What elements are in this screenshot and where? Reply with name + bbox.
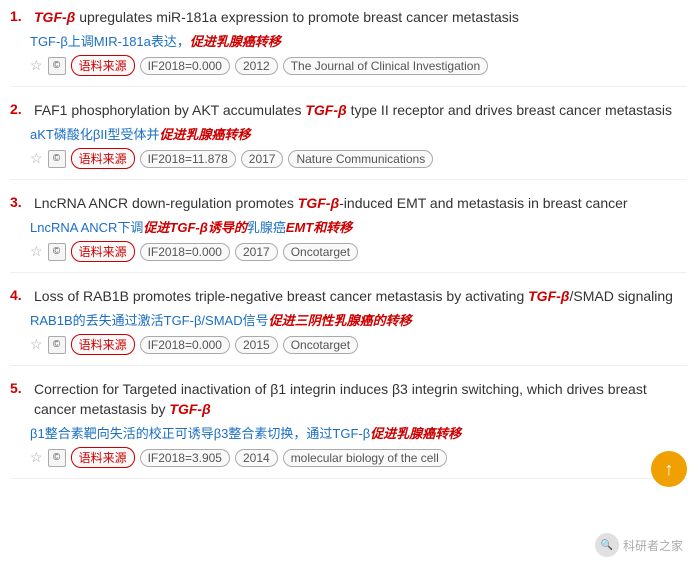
source-tag[interactable]: 语料来源 bbox=[71, 447, 135, 468]
journal-tag[interactable]: The Journal of Clinical Investigation bbox=[283, 57, 488, 75]
if-tag: IF2018=0.000 bbox=[140, 336, 230, 354]
meta-row: ☆ © 语料来源 IF2018=0.000 2015 Oncotarget bbox=[30, 334, 687, 355]
star-icon[interactable]: ☆ bbox=[30, 243, 43, 260]
if-tag: IF2018=11.878 bbox=[140, 150, 236, 168]
meta-row: ☆ © 语料来源 IF2018=0.000 2017 Oncotarget bbox=[30, 241, 687, 262]
source-tag[interactable]: 语料来源 bbox=[71, 148, 135, 169]
chinese-title[interactable]: β1整合素靶向失活的校正可诱导β3整合素切换，通过TGF-β促进乳腺癌转移 bbox=[30, 424, 687, 444]
chinese-title[interactable]: aKT磷酸化βII型受体并促进乳腺癌转移 bbox=[30, 125, 687, 145]
year-tag: 2014 bbox=[235, 449, 278, 467]
chinese-title[interactable]: TGF-β上调MIR-181a表达，促进乳腺癌转移 bbox=[30, 32, 687, 52]
year-tag: 2015 bbox=[235, 336, 278, 354]
result-item: 5.Correction for Targeted inactivation o… bbox=[10, 380, 687, 479]
year-tag: 2017 bbox=[241, 150, 284, 168]
source-tag[interactable]: 语料来源 bbox=[71, 334, 135, 355]
meta-row: ☆ © 语料来源 IF2018=0.000 2012 The Journal of Cli… bbox=[30, 55, 687, 76]
result-number: 3. bbox=[10, 194, 30, 210]
result-title[interactable]: FAF1 phosphorylation by AKT accumulates … bbox=[34, 101, 672, 121]
source-tag[interactable]: 语料来源 bbox=[71, 241, 135, 262]
result-item: 4.Loss of RAB1B promotes triple-negative… bbox=[10, 287, 687, 366]
year-tag: 2017 bbox=[235, 243, 278, 261]
if-tag: IF2018=0.000 bbox=[140, 243, 230, 261]
chinese-title[interactable]: LncRNA ANCR下调促进TGF-β诱导的乳腺癌EMT和转移 bbox=[30, 218, 687, 238]
chinese-title[interactable]: RAB1B的丢失通过激活TGF-β/SMAD信号促进三阴性乳腺癌的转移 bbox=[30, 311, 687, 331]
result-item: 1.TGF-β upregulates miR-181a expression … bbox=[10, 8, 687, 87]
star-icon[interactable]: ☆ bbox=[30, 150, 43, 167]
result-number: 4. bbox=[10, 287, 30, 303]
journal-tag[interactable]: Oncotarget bbox=[283, 243, 358, 261]
title-row: 1.TGF-β upregulates miR-181a expression … bbox=[10, 8, 687, 28]
title-row: 5.Correction for Targeted inactivation o… bbox=[10, 380, 687, 419]
result-title[interactable]: Loss of RAB1B promotes triple-negative b… bbox=[34, 287, 673, 307]
cite-icon[interactable]: © bbox=[48, 150, 66, 168]
if-tag: IF2018=0.000 bbox=[140, 57, 230, 75]
cite-icon[interactable]: © bbox=[48, 243, 66, 261]
watermark-text: 科研者之家 bbox=[623, 537, 683, 554]
result-item: 3.LncRNA ANCR down-regulation promotes T… bbox=[10, 194, 687, 273]
meta-row: ☆ © 语料来源 IF2018=11.878 2017Nature Communicat… bbox=[30, 148, 687, 169]
scroll-up-button[interactable]: ↑ bbox=[651, 451, 687, 487]
title-row: 3.LncRNA ANCR down-regulation promotes T… bbox=[10, 194, 687, 214]
result-item: 2.FAF1 phosphorylation by AKT accumulate… bbox=[10, 101, 687, 180]
result-number: 1. bbox=[10, 8, 30, 24]
result-title[interactable]: LncRNA ANCR down-regulation promotes TGF… bbox=[34, 194, 628, 214]
meta-row: ☆ © 语料来源 IF2018=3.905 2014 molecular biology … bbox=[30, 447, 687, 468]
journal-tag[interactable]: Oncotarget bbox=[283, 336, 358, 354]
results-list: 1.TGF-β upregulates miR-181a expression … bbox=[0, 0, 697, 501]
year-tag: 2012 bbox=[235, 57, 278, 75]
result-number: 2. bbox=[10, 101, 30, 117]
watermark-icon: 🔍 bbox=[595, 533, 619, 557]
result-number: 5. bbox=[10, 380, 30, 396]
cite-icon[interactable]: © bbox=[48, 336, 66, 354]
source-tag[interactable]: 语料来源 bbox=[71, 55, 135, 76]
cite-icon[interactable]: © bbox=[48, 449, 66, 467]
star-icon[interactable]: ☆ bbox=[30, 336, 43, 353]
star-icon[interactable]: ☆ bbox=[30, 57, 43, 74]
cite-icon[interactable]: © bbox=[48, 57, 66, 75]
title-row: 2.FAF1 phosphorylation by AKT accumulate… bbox=[10, 101, 687, 121]
result-title[interactable]: TGF-β upregulates miR-181a expression to… bbox=[34, 8, 519, 28]
journal-tag[interactable]: molecular biology of the cell bbox=[283, 449, 447, 467]
if-tag: IF2018=3.905 bbox=[140, 449, 230, 467]
journal-tag[interactable]: Nature Communications bbox=[288, 150, 433, 168]
title-row: 4.Loss of RAB1B promotes triple-negative… bbox=[10, 287, 687, 307]
watermark: 🔍 科研者之家 bbox=[595, 533, 683, 557]
result-title[interactable]: Correction for Targeted inactivation of … bbox=[34, 380, 687, 419]
star-icon[interactable]: ☆ bbox=[30, 449, 43, 466]
